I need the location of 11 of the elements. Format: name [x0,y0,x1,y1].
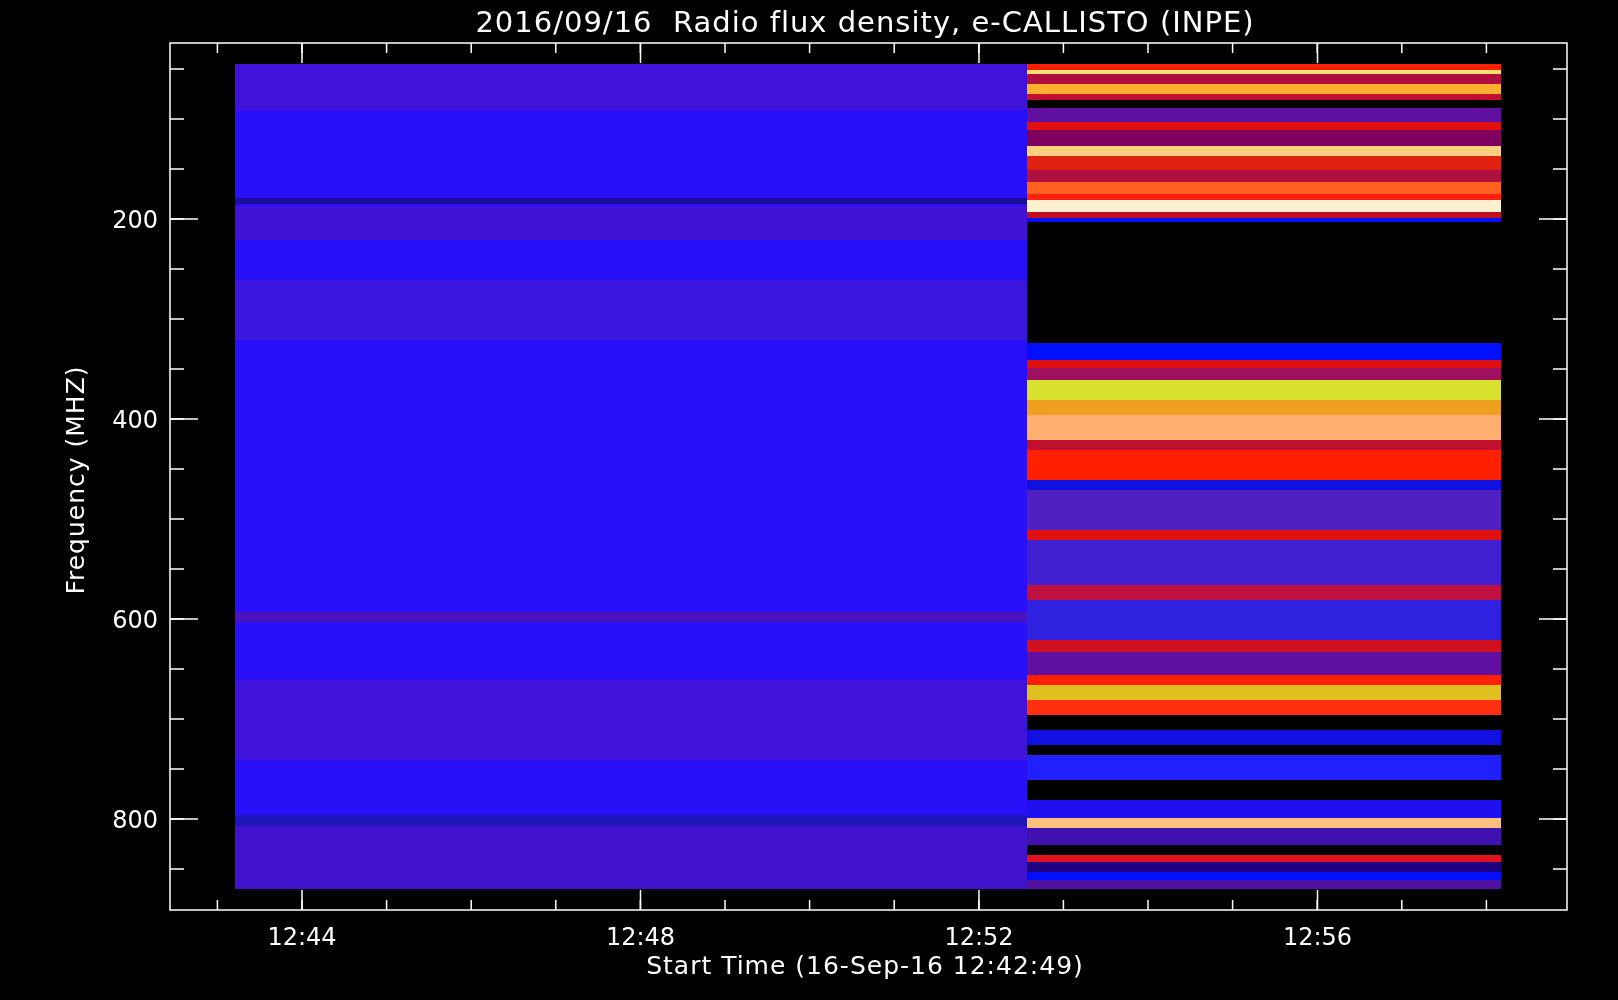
y-tick-label: 200 [112,206,158,234]
x-tick-label: 12:52 [944,923,1014,951]
y-tick-label: 800 [112,806,158,834]
y-tick-label: 400 [112,406,158,434]
chart-title: 2016/09/16 Radio flux density, e-CALLISTO (INPE) [475,5,1255,39]
x-tick-label: 12:56 [1282,923,1353,951]
x-tick-label: 12:48 [605,923,676,951]
y-tick-label: 600 [112,606,158,634]
x-tick-label: 12:44 [267,923,337,951]
x-axis-label: Start Time (16-Sep-16 12:42:49) [646,951,1084,980]
y-axis-label: Frequency (MHZ) [61,365,90,595]
